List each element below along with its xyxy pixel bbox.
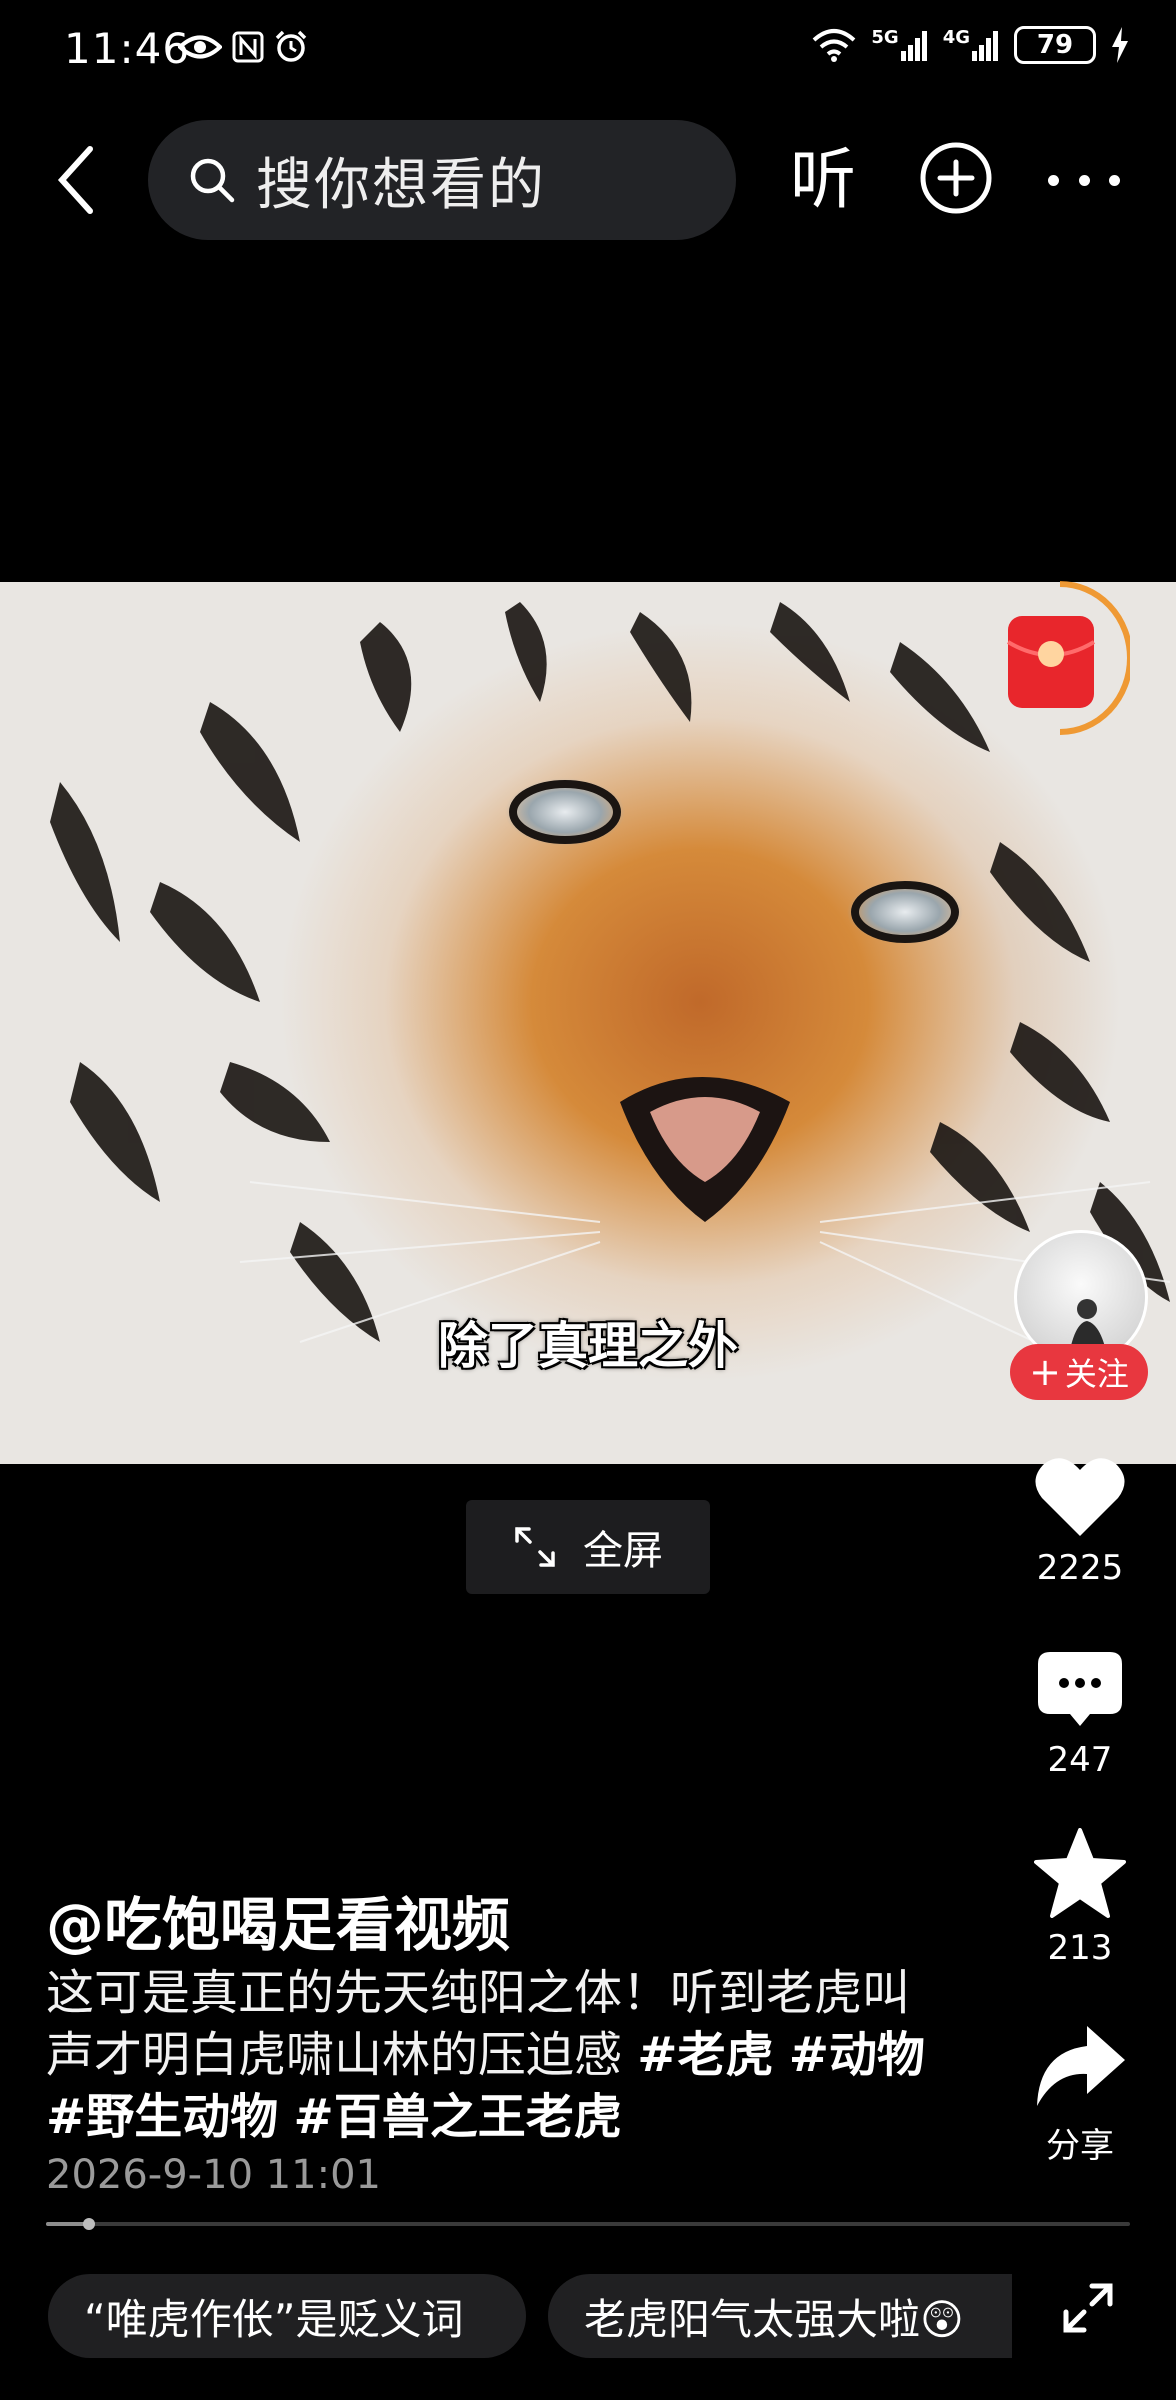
plus-icon: + <box>1029 1350 1061 1394</box>
expand-arrows-icon <box>515 1527 555 1567</box>
signal-4g-label: 4G <box>942 27 970 48</box>
red-envelope-button[interactable] <box>1004 612 1098 712</box>
video-subtitle: 除了真理之外 <box>438 1317 738 1375</box>
status-time: 11:46 <box>64 24 191 73</box>
comment-button[interactable]: 247 <box>1030 1650 1130 1780</box>
battery-icon: 79 <box>1014 26 1096 64</box>
hashtag[interactable]: #动物 <box>789 2027 925 2083</box>
heart-icon <box>1035 1458 1125 1536</box>
charging-icon <box>1112 27 1128 63</box>
hashtag[interactable]: #野生动物 <box>46 2089 278 2145</box>
search-placeholder: 搜你想看的 <box>256 152 546 218</box>
more-dot-icon <box>1048 174 1059 186</box>
red-envelope-icon <box>1006 616 1096 708</box>
status-right-icons: 5G 4G 79 <box>811 26 1130 64</box>
signal-4g-icon: 4G <box>943 29 1000 61</box>
battery-level: 79 <box>1036 30 1074 60</box>
star-icon <box>1034 1828 1126 1918</box>
follow-label: 关注 <box>1064 1355 1129 1393</box>
wifi-icon <box>813 29 856 62</box>
share-button[interactable]: 分享 <box>1030 2022 1130 2167</box>
like-button[interactable]: 2225 <box>1030 1454 1130 1588</box>
favorite-button[interactable]: 213 <box>1030 1828 1130 1968</box>
search-input[interactable]: 搜你想看的 <box>148 120 736 240</box>
hashtag[interactable]: #百兽之王老虎 <box>294 2089 622 2145</box>
add-button[interactable] <box>918 140 994 216</box>
fullscreen-label: 全屏 <box>583 1528 663 1574</box>
search-icon <box>190 158 235 203</box>
alarm-icon <box>275 30 307 62</box>
eye-icon <box>178 35 222 59</box>
more-button[interactable] <box>1048 160 1120 200</box>
plus-circle-icon <box>920 142 992 214</box>
back-button[interactable] <box>48 140 104 220</box>
progress-handle[interactable] <box>83 2218 96 2230</box>
follow-button[interactable]: + 关注 <box>1010 1344 1148 1400</box>
signal-5g-icon: 5G <box>871 29 928 61</box>
expand-icon <box>1063 2283 1113 2333</box>
hashtag[interactable]: #老虎 <box>637 2027 773 2083</box>
comment-count: 247 <box>1047 1740 1113 1780</box>
comment-icon <box>1038 1652 1122 1726</box>
author-name[interactable]: @吃饱喝足看视频 <box>46 1878 510 1962</box>
favorite-count: 213 <box>1047 1928 1113 1968</box>
status-left-icons <box>178 30 308 64</box>
suggestion-chip[interactable]: “唯虎作伥”是贬义词 <box>48 2274 526 2358</box>
signal-5g-label: 5G <box>871 27 899 48</box>
fullscreen-button[interactable]: 全屏 <box>466 1500 710 1594</box>
listen-button[interactable]: 听 <box>790 140 856 220</box>
like-count: 2225 <box>1036 1548 1124 1588</box>
video-progress-bar[interactable] <box>46 2218 1130 2230</box>
more-dot-icon <box>1078 174 1090 186</box>
more-dot-icon <box>1109 174 1120 186</box>
expand-chips-button[interactable] <box>1060 2280 1116 2336</box>
post-text: 这可是真正的先天纯阳之体！听到老虎叫声才明白虎啸山林的压迫感 <box>46 1965 911 2083</box>
suggestion-chip[interactable]: 老虎阳气太强大啦😲 <box>548 2274 1012 2358</box>
post-description: 这可是真正的先天纯阳之体！听到老虎叫声才明白虎啸山林的压迫感 #老虎 #动物 #… <box>46 1962 926 2148</box>
post-timestamp: 2026-9-10 11:01 <box>46 2152 381 2198</box>
chevron-left-icon <box>57 146 93 214</box>
share-label: 分享 <box>1046 2126 1114 2166</box>
nfc-icon <box>232 31 264 63</box>
share-arrow-icon <box>1037 2026 1125 2106</box>
